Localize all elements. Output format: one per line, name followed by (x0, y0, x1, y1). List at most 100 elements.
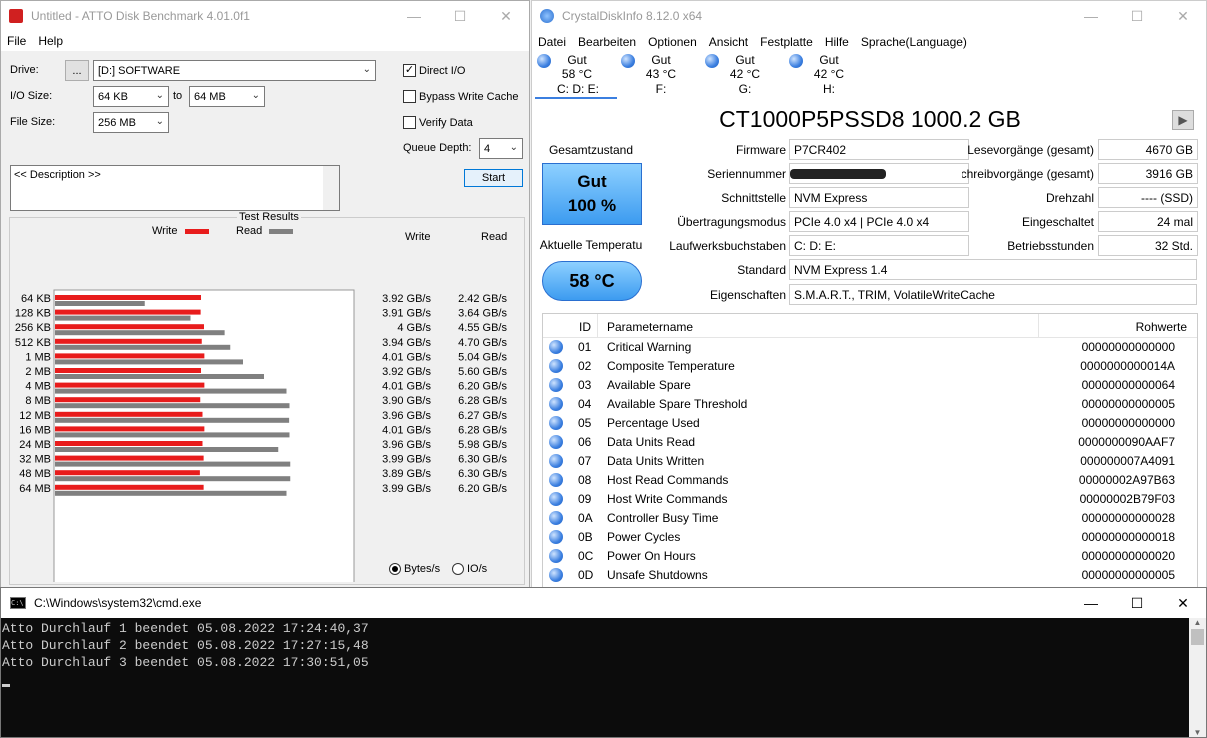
smart-row[interactable]: 03 Available Spare 00000000000064 (543, 376, 1197, 395)
minimize-button[interactable]: — (1068, 1, 1114, 31)
menu-optionen[interactable]: Optionen (642, 35, 703, 49)
write-value-label: 3.96 GB/s (382, 410, 431, 422)
smart-row[interactable]: 08 Host Read Commands 00000002A97B63 (543, 471, 1197, 490)
smart-name: Controller Busy Time (607, 511, 719, 525)
minimize-button[interactable]: — (391, 1, 437, 31)
smart-row[interactable]: 09 Host Write Commands 00000002B79F03 (543, 490, 1197, 509)
menu-hilfe[interactable]: Hilfe (819, 35, 855, 49)
menu-festplatte[interactable]: Festplatte (754, 35, 819, 49)
drive-browse-button[interactable]: ... (65, 60, 89, 81)
io-size-label: I/O Size: (10, 90, 53, 102)
close-button[interactable]: ✕ (1160, 588, 1206, 618)
queue-depth-select[interactable]: 4 ⌄ (479, 138, 523, 159)
status-good-icon (549, 530, 563, 544)
drive-tab-2[interactable]: Gut 43 °C F: (619, 53, 701, 99)
cdi-titlebar[interactable]: CrystalDiskInfo 8.12.0 x64 — ☐ ✕ (532, 1, 1206, 31)
status-good-icon (549, 359, 563, 373)
read-bar (55, 461, 291, 467)
drive-temp: 42 °C (729, 67, 761, 81)
status-good-icon (549, 473, 563, 487)
smart-row[interactable]: 02 Composite Temperature 0000000000014A (543, 357, 1197, 376)
read-value-label: 6.28 GB/s (458, 424, 507, 436)
status-good-icon (705, 54, 719, 68)
smart-id: 0B (578, 530, 593, 544)
reads-value: 4670 GB (1098, 139, 1198, 160)
io-size-from-select[interactable]: 64 KB ⌄ (93, 86, 169, 107)
maximize-button[interactable]: ☐ (437, 1, 483, 31)
cmd-titlebar[interactable]: C:\ C:\Windows\system32\cmd.exe — ☐ ✕ (1, 588, 1206, 618)
write-bar (55, 484, 204, 490)
scroll-up-icon[interactable]: ▲ (1189, 618, 1206, 627)
read-value-label: 5.60 GB/s (458, 366, 507, 378)
smart-id: 04 (578, 397, 592, 411)
smart-row[interactable]: 0C Power On Hours 00000000000020 (543, 547, 1197, 566)
menu-bearbeiten[interactable]: Bearbeiten (572, 35, 642, 49)
console-scrollbar[interactable]: ▲ ▼ (1189, 618, 1206, 737)
menu-datei[interactable]: Datei (532, 35, 572, 49)
features-value: S.M.A.R.T., TRIM, VolatileWriteCache (789, 284, 1197, 305)
file-size-label: File Size: (10, 116, 56, 128)
start-button[interactable]: Start (464, 169, 523, 187)
smart-row[interactable]: 01 Critical Warning 00000000000000 (543, 338, 1197, 357)
smart-id: 0C (578, 549, 594, 563)
scroll-down-icon[interactable]: ▼ (1189, 728, 1206, 737)
description-textarea[interactable]: << Description >> (10, 165, 340, 211)
drive-label: Drive: (10, 64, 39, 76)
io-size-to-select[interactable]: 64 MB ⌄ (189, 86, 265, 107)
drive-temp: 42 °C (813, 67, 845, 81)
drive-tab-1[interactable]: Gut 58 °C C: D: E: (535, 53, 617, 99)
next-disk-icon[interactable]: ▶ (1172, 110, 1194, 130)
menu-ansicht[interactable]: Ansicht (703, 35, 754, 49)
smart-row[interactable]: 0A Controller Busy Time 00000000000028 (543, 509, 1197, 528)
category-label: 24 MB (19, 439, 51, 451)
category-label: 64 KB (21, 293, 51, 305)
drive-select[interactable]: [D:] SOFTWARE ⌄ (93, 60, 376, 81)
health-percent: 100 % (567, 196, 617, 215)
maximize-button[interactable]: ☐ (1114, 588, 1160, 618)
write-bar (55, 441, 203, 446)
atto-app-icon (9, 9, 23, 23)
file-size-select[interactable]: 256 MB ⌄ (93, 112, 169, 133)
serial-label: Seriennummer (707, 167, 786, 181)
drive-status: Gut (651, 53, 671, 67)
read-bar (55, 388, 287, 394)
close-button[interactable]: ✕ (483, 1, 529, 31)
direct-io-checkbox[interactable]: ✓ Direct I/O (403, 64, 465, 77)
smart-row[interactable]: 07 Data Units Written 000000007A4091 (543, 452, 1197, 471)
atto-titlebar[interactable]: Untitled - ATTO Disk Benchmark 4.01.0f1 … (1, 1, 529, 31)
read-value-label: 4.55 GB/s (458, 322, 507, 334)
bypass-write-cache-checkbox[interactable]: Bypass Write Cache (403, 90, 518, 103)
chevron-down-icon: ⌄ (251, 90, 260, 101)
drive-tab-4[interactable]: Gut 42 °C H: (787, 53, 869, 99)
menu-sprache[interactable]: Sprache(Language) (855, 35, 973, 49)
smart-id: 05 (578, 416, 592, 430)
menu-file[interactable]: File (1, 34, 32, 48)
scrollbar[interactable] (323, 166, 339, 210)
minimize-button[interactable]: — (1068, 588, 1114, 618)
status-good-icon (549, 397, 563, 411)
radio-bytes[interactable]: Bytes/s (389, 563, 440, 575)
drive-tab-3[interactable]: Gut 42 °C G: (703, 53, 785, 99)
close-button[interactable]: ✕ (1160, 1, 1206, 31)
read-bar (55, 476, 291, 482)
smart-row[interactable]: 04 Available Spare Threshold 0000000000000… (543, 395, 1197, 414)
verify-data-checkbox[interactable]: Verify Data (403, 116, 473, 129)
power-hours-label: Betriebsstunden (1007, 239, 1094, 253)
smart-row[interactable]: 0D Unsafe Shutdowns 00000000000005 (543, 566, 1197, 585)
smart-row[interactable]: 0B Power Cycles 00000000000018 (543, 528, 1197, 547)
smart-row[interactable]: 05 Percentage Used 00000000000000 (543, 414, 1197, 433)
category-label: 48 MB (19, 468, 51, 480)
smart-id: 03 (578, 378, 592, 392)
write-value-label: 4.01 GB/s (382, 424, 431, 436)
smart-raw: 0000000000014A (1080, 359, 1175, 373)
smart-id: 08 (578, 473, 592, 487)
radio-io[interactable]: IO/s (452, 563, 487, 575)
menu-help[interactable]: Help (32, 34, 69, 48)
smart-row[interactable]: 06 Data Units Read 0000000090AAF7 (543, 433, 1197, 452)
maximize-button[interactable]: ☐ (1114, 1, 1160, 31)
smart-id: 07 (578, 454, 592, 468)
writes-value: 3916 GB (1098, 163, 1198, 184)
standard-value: NVM Express 1.4 (789, 259, 1197, 280)
drive-temp: 58 °C (561, 67, 593, 81)
scroll-thumb[interactable] (1191, 629, 1204, 645)
